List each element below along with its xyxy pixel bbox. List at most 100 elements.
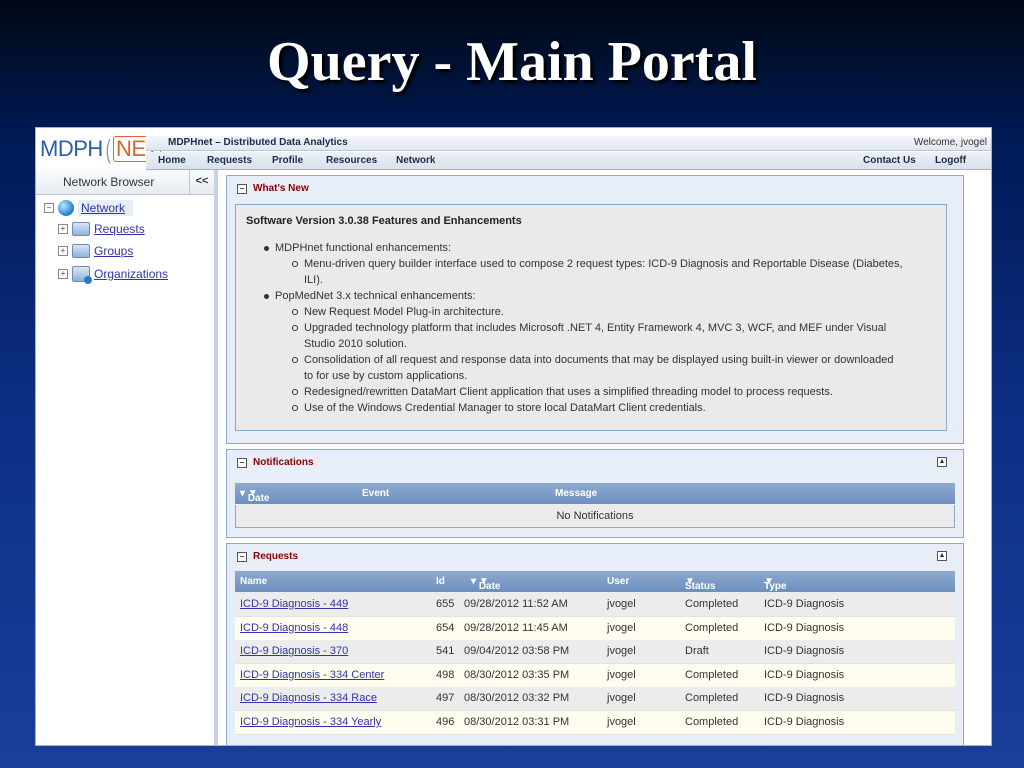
release-heading: Software Version 3.0.38 Features and Enh…	[246, 215, 522, 227]
whats-new-content: Software Version 3.0.38 Features and Enh…	[235, 204, 947, 431]
table-row[interactable]: ICD-9 Diagnosis - 334 Yearly 496 08/30/201…	[235, 711, 955, 735]
request-user: jvogel	[607, 668, 636, 681]
organizations-icon	[72, 266, 92, 284]
sort-date-column[interactable]: ▾ Date ▼	[471, 576, 501, 592]
table-row[interactable]: ICD-9 Diagnosis - 334 Center 498 08/30/201…	[235, 663, 955, 688]
column-id[interactable]: Id	[436, 576, 445, 587]
nav-network[interactable]: Network	[396, 155, 435, 166]
expand-node-icon[interactable]: +	[58, 224, 68, 234]
logoff-link[interactable]: Logoff	[935, 155, 966, 166]
nav-resources[interactable]: Resources	[326, 155, 377, 166]
table-row[interactable]: ICD-9 Diagnosis - 370 541 09/04/2012 03:58…	[235, 640, 955, 665]
collapse-notifications-icon[interactable]: −	[237, 458, 247, 468]
request-user: jvogel	[607, 621, 636, 634]
bullet-item: PopMedNet 3.x technical enhancements:	[264, 290, 476, 302]
top-bar: MDPH ( NET MDPHnet – Distributed Data An…	[36, 128, 991, 170]
sub-bullet-continuation: ILI).	[304, 274, 323, 286]
request-name-link[interactable]: ICD-9 Diagnosis - 334 Race	[240, 692, 377, 704]
request-name-link[interactable]: ICD-9 Diagnosis - 334 Yearly	[240, 716, 381, 728]
request-type: ICD-9 Diagnosis	[764, 621, 845, 634]
sub-bullet-text: Redesigned/rewritten DataMart Client app…	[304, 386, 833, 398]
request-status: Completed	[685, 716, 739, 728]
tree-label-requests[interactable]: Requests	[94, 222, 145, 236]
sub-bullet-text: Upgraded technology platform that includ…	[304, 322, 887, 334]
groups-folder-icon	[72, 244, 90, 258]
request-id: 496	[436, 716, 455, 728]
notifications-title: Notifications	[253, 457, 314, 468]
globe-icon	[58, 200, 74, 216]
empty-notifications-text: No Notifications	[235, 505, 955, 528]
tree-label-groups[interactable]: Groups	[94, 244, 133, 258]
nav-profile[interactable]: Profile	[272, 155, 303, 166]
column-user[interactable]: User	[607, 576, 629, 587]
request-name-link[interactable]: ICD-9 Diagnosis - 449	[240, 598, 348, 610]
slide-title: Query - Main Portal	[267, 31, 757, 93]
requests-grid-header: Name Id ▾ Date ▼ User Status ▼ Type ▼	[235, 571, 955, 592]
table-row[interactable]: ICD-9 Diagnosis - 334 Race 497 08/30/2012 …	[235, 687, 955, 712]
table-row[interactable]: ICD-9 Diagnosis - 449 655 09/28/2012 11:52…	[235, 593, 955, 617]
collapse-sidebar-button[interactable]: <<	[189, 170, 214, 194]
sub-bullet-item: New Request Model Plug-in architecture.	[292, 306, 504, 318]
maximize-notifications-icon[interactable]: ▲	[937, 457, 947, 467]
request-type: ICD-9 Diagnosis	[764, 645, 845, 658]
tree-item-network[interactable]: − Network	[44, 200, 134, 216]
sub-bullet-text: Consolidation of all request and respons…	[304, 354, 894, 366]
request-user: jvogel	[607, 716, 636, 728]
request-name-link[interactable]: ICD-9 Diagnosis - 448	[240, 622, 348, 634]
column-status-label: Status	[685, 581, 716, 592]
column-name[interactable]: Name	[240, 576, 267, 587]
requests-folder-icon	[72, 222, 90, 236]
notifications-grid-header: ▾ Date ▼ Event Message	[235, 483, 955, 504]
request-date: 08/30/2012 03:32 PM	[464, 692, 570, 705]
sub-bullet-item: Consolidation of all request and respons…	[292, 354, 893, 366]
contact-us-link[interactable]: Contact Us	[863, 155, 916, 166]
sub-bullet-item: Menu-driven query builder interface used…	[292, 258, 903, 270]
column-type[interactable]: Type ▼	[764, 576, 787, 592]
collapse-whats-new-icon[interactable]: −	[237, 184, 247, 194]
sidebar-title: Network Browser	[63, 175, 155, 189]
column-date-label: Date	[247, 493, 270, 504]
request-name-link[interactable]: ICD-9 Diagnosis - 370	[240, 645, 348, 657]
bullet-text: MDPHnet functional enhancements:	[275, 242, 452, 254]
circle-bullet-icon	[292, 261, 298, 268]
circle-bullet-icon	[292, 309, 298, 316]
sub-bullet-item: Upgraded technology platform that includ…	[292, 322, 886, 334]
circle-bullet-icon	[292, 325, 298, 332]
whats-new-header: − What's New	[227, 176, 963, 200]
bullet-text: PopMedNet 3.x technical enhancements:	[275, 290, 476, 302]
expand-node-icon[interactable]: +	[58, 269, 68, 279]
network-browser-sidebar: Network Browser << − Network + Requests …	[36, 170, 218, 745]
notifications-panel: − Notifications ▲ ▾ Date ▼ Event Message…	[226, 449, 964, 538]
tree-item-organizations[interactable]: + Organizations	[58, 266, 168, 284]
requests-header: − Requests ▲	[227, 544, 963, 568]
request-date: 08/30/2012 03:31 PM	[464, 716, 570, 728]
tree-label-network[interactable]: Network	[78, 200, 134, 216]
column-type-label: Type	[764, 581, 787, 592]
whats-new-panel: − What's New Software Version 3.0.38 Fea…	[226, 175, 964, 444]
welcome-text: Welcome, jvogel	[913, 137, 987, 148]
app-title: MDPHnet – Distributed Data Analytics	[168, 137, 348, 148]
maximize-requests-icon[interactable]: ▲	[937, 551, 947, 561]
column-date-label: Date	[478, 581, 501, 592]
tree-item-groups[interactable]: + Groups	[58, 244, 133, 258]
sub-bullet-item: Use of the Windows Credential Manager to…	[292, 402, 706, 414]
request-user: jvogel	[607, 692, 636, 705]
sort-date-column[interactable]: ▾ Date ▼	[240, 488, 270, 504]
circle-bullet-icon	[292, 389, 298, 396]
mdphnet-logo: MDPH ( NET	[40, 134, 162, 164]
nav-home[interactable]: Home	[158, 155, 186, 166]
column-message[interactable]: Message	[555, 488, 597, 499]
expand-node-icon[interactable]: +	[58, 246, 68, 256]
notifications-header: − Notifications ▲	[227, 450, 963, 474]
tree-item-requests[interactable]: + Requests	[58, 222, 145, 236]
request-name-link[interactable]: ICD-9 Diagnosis - 334 Center	[240, 669, 384, 681]
collapse-node-icon[interactable]: −	[44, 203, 54, 213]
collapse-requests-icon[interactable]: −	[237, 552, 247, 562]
table-row[interactable]: ICD-9 Diagnosis - 448 654 09/28/2012 11:45…	[235, 616, 955, 641]
nav-requests[interactable]: Requests	[207, 155, 252, 166]
tree-label-organizations[interactable]: Organizations	[94, 267, 168, 281]
column-status[interactable]: Status ▼	[685, 576, 716, 592]
title-strip: MDPHnet – Distributed Data Analytics Wel…	[146, 136, 991, 151]
circle-bullet-icon	[292, 405, 298, 412]
column-event[interactable]: Event	[362, 488, 389, 499]
